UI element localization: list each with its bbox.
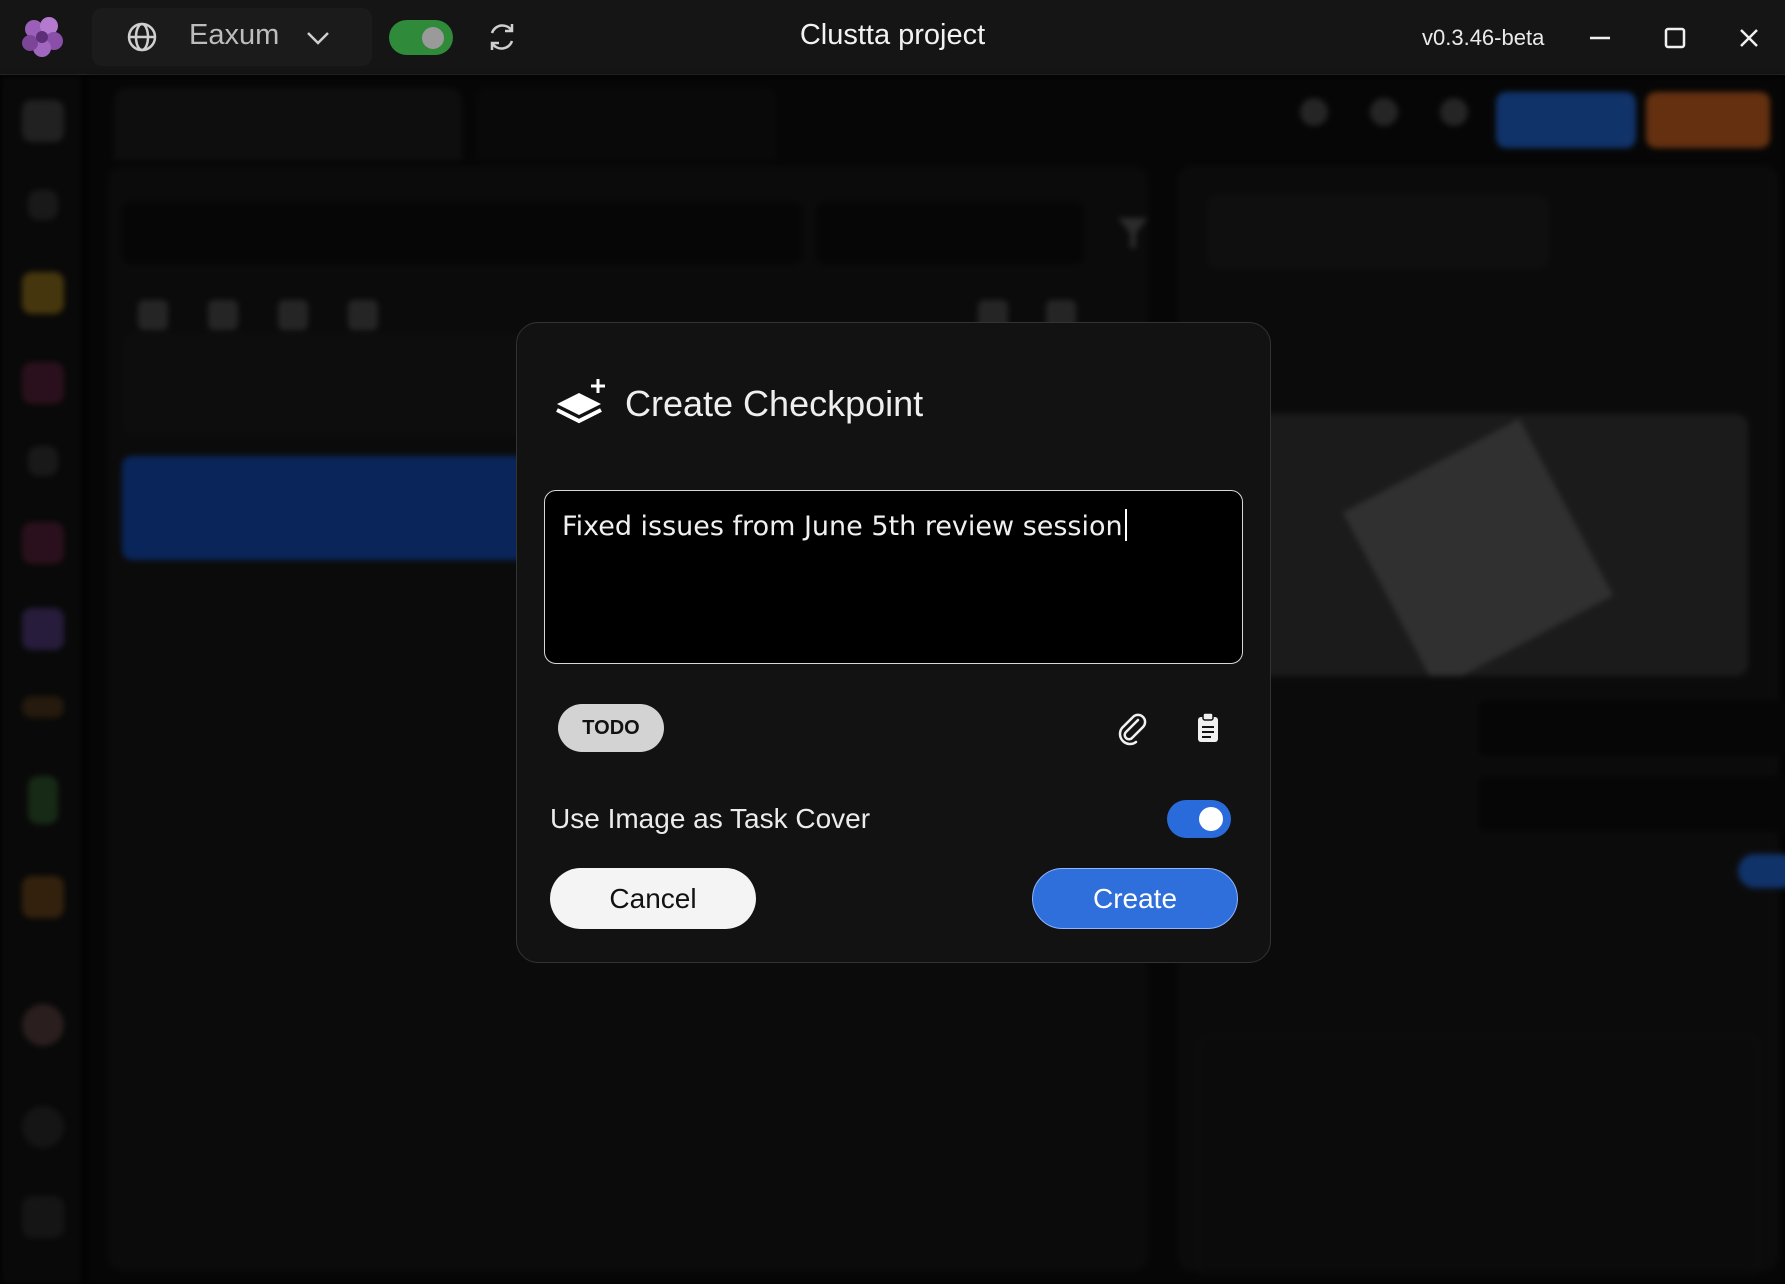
create-checkpoint-dialog: Create Checkpoint Fixed issues from June… [516,322,1271,963]
clustta-flower-icon[interactable] [20,14,66,60]
toggle-knob [1199,807,1223,831]
refresh-icon[interactable] [485,20,519,54]
clipboard-icon[interactable] [1189,710,1225,746]
maximize-icon[interactable] [1657,20,1693,56]
close-icon[interactable] [1731,20,1767,56]
toggle-knob [422,27,444,49]
workspace-name: Eaxum [189,19,280,51]
status-badge[interactable]: TODO [558,704,664,752]
workspace-selector[interactable]: Eaxum [92,8,372,66]
text-caret [1124,509,1127,541]
layers-plus-icon [556,379,605,424]
cancel-button[interactable]: Cancel [550,868,756,929]
task-cover-label: Use Image as Task Cover [550,803,871,834]
online-toggle[interactable] [389,20,453,55]
message-text: Fixed issues from June 5th review sessio… [562,511,1123,542]
dialog-title: Create Checkpoint [625,383,924,424]
checkpoint-message-input[interactable]: Fixed issues from June 5th review sessio… [544,490,1243,664]
title-bar: Eaxum Clustta project v0.3.46-beta [0,0,1785,75]
task-cover-toggle[interactable] [1167,800,1231,838]
minimize-icon[interactable] [1582,20,1618,56]
version-label: v0.3.46-beta [1422,25,1545,50]
paperclip-icon[interactable] [1114,710,1150,746]
chevron-down-icon [307,32,329,45]
globe-icon [127,22,157,52]
create-button[interactable]: Create [1032,868,1238,929]
